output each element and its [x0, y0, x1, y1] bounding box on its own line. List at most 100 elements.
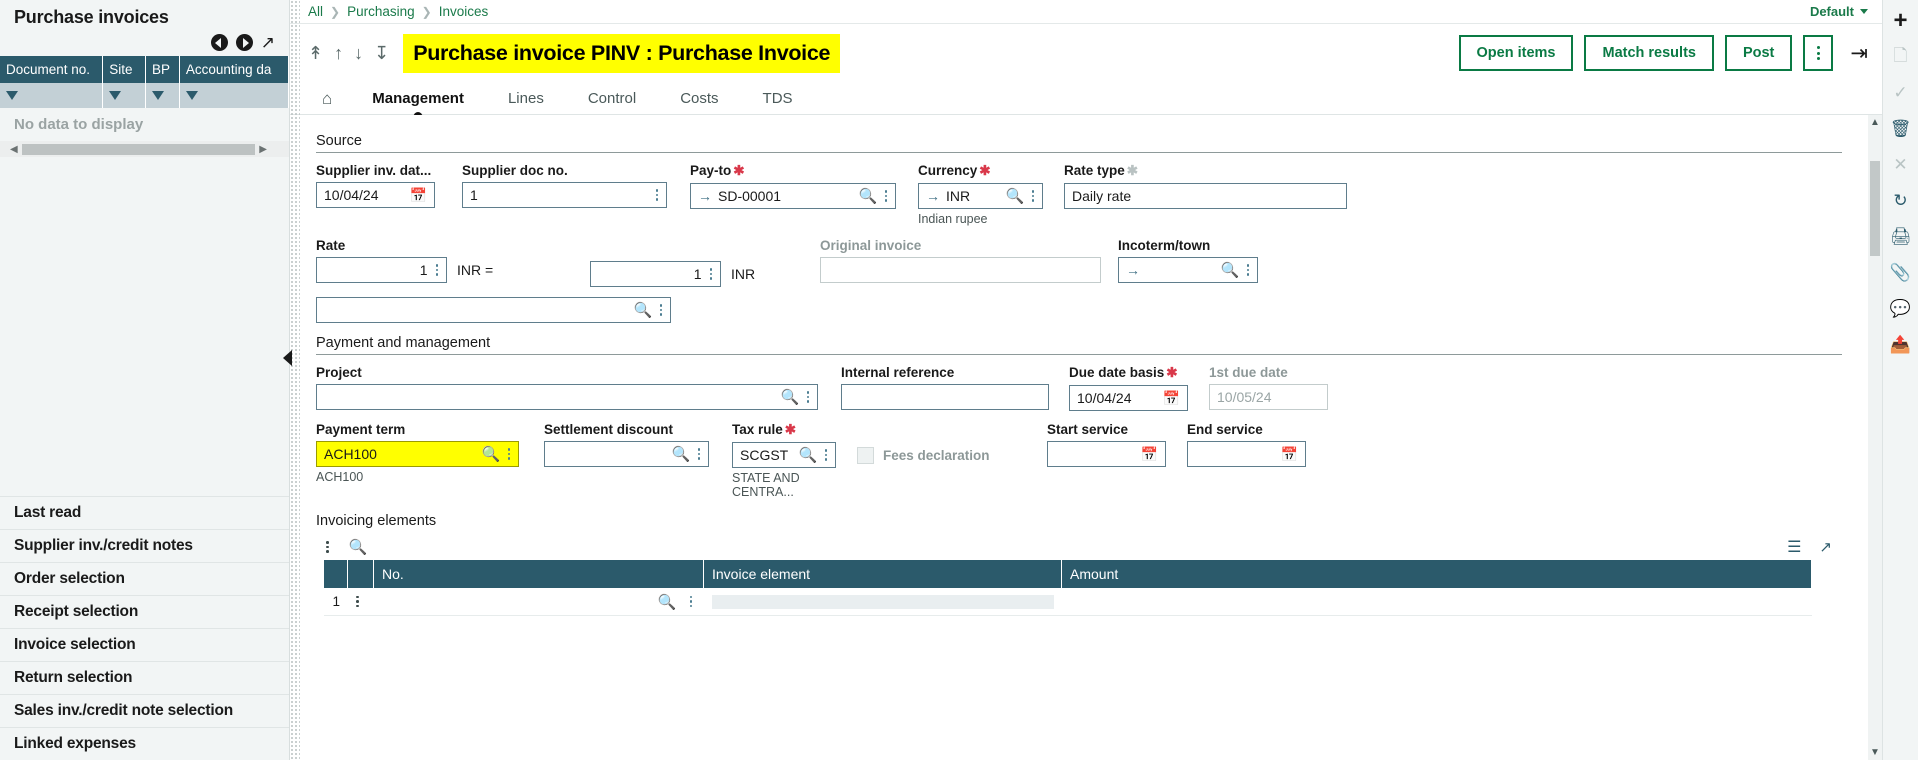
project-input[interactable]: 🔍: [316, 384, 818, 410]
row-cell-no[interactable]: 🔍: [374, 588, 704, 616]
field-menu-icon[interactable]: [881, 190, 892, 202]
drill-down-icon[interactable]: →: [926, 188, 946, 204]
start-service-input[interactable]: 📅: [1047, 441, 1166, 467]
table-row[interactable]: 1 🔍: [324, 588, 1812, 616]
refresh-icon[interactable]: ↻: [1888, 188, 1914, 214]
tab-costs[interactable]: Costs: [658, 82, 740, 115]
breadcrumb-invoices[interactable]: Invoices: [439, 4, 489, 19]
sidebar-item-last-read[interactable]: Last read: [0, 496, 289, 529]
form-vertical-scrollbar[interactable]: ▲ ▼: [1868, 115, 1882, 760]
collapse-panel-icon[interactable]: [283, 350, 292, 366]
match-results-button[interactable]: Match results: [1584, 35, 1714, 71]
filter-icon[interactable]: [6, 91, 18, 100]
circle-right-arrow-icon[interactable]: [235, 34, 253, 51]
row-menu-icon[interactable]: [348, 588, 374, 616]
sidebar-item-supplier-inv-credit-notes[interactable]: Supplier inv./credit notes: [0, 529, 289, 562]
filter-icon[interactable]: [109, 91, 122, 100]
fees-declaration-checkbox[interactable]: [857, 447, 874, 464]
pay-to-input[interactable]: → SD-00001 🔍: [690, 183, 896, 209]
kebab-menu-icon[interactable]: [1803, 35, 1834, 71]
breadcrumb-purchasing[interactable]: Purchasing: [347, 4, 415, 19]
calendar-icon[interactable]: 📅: [407, 187, 430, 204]
filter-cell-document-no[interactable]: [0, 83, 104, 108]
first-due-date-input[interactable]: 10/05/24: [1209, 384, 1328, 410]
scroll-right-icon[interactable]: ▶: [259, 144, 267, 155]
supplier-inv-date-input[interactable]: 10/04/24 📅: [316, 182, 435, 208]
expand-icon[interactable]: ↗: [1819, 538, 1832, 556]
field-menu-icon[interactable]: [1243, 264, 1254, 276]
sidebar-item-linked-expenses[interactable]: Linked expenses: [0, 727, 289, 760]
due-date-basis-input[interactable]: 10/04/24 📅: [1069, 385, 1188, 411]
calendar-icon[interactable]: 📅: [1278, 446, 1301, 463]
search-icon[interactable]: 🔍: [856, 187, 881, 205]
post-button[interactable]: Post: [1724, 35, 1793, 71]
field-menu-icon[interactable]: [432, 264, 443, 276]
original-invoice-input[interactable]: [820, 257, 1101, 283]
end-service-input[interactable]: 📅: [1187, 441, 1306, 467]
left-grid-col-bp[interactable]: BP: [146, 56, 180, 83]
field-menu-icon[interactable]: [694, 448, 705, 460]
tab-management[interactable]: Management: [350, 82, 486, 115]
view-selector[interactable]: Default: [1810, 4, 1868, 19]
add-icon[interactable]: +: [1888, 7, 1914, 34]
search-icon[interactable]: 🔍: [778, 388, 803, 406]
incoterm-town-input[interactable]: → 🔍: [1118, 257, 1258, 283]
filter-cell-bp[interactable]: [146, 83, 180, 108]
grid-col-select[interactable]: [324, 560, 348, 588]
grid-col-amount[interactable]: Amount: [1062, 560, 1812, 588]
field-menu-icon[interactable]: [656, 304, 667, 316]
circle-left-arrow-icon[interactable]: [210, 34, 228, 51]
trash-icon[interactable]: 🗑: [1888, 116, 1914, 142]
table-menu-icon[interactable]: [326, 541, 329, 553]
currency-input[interactable]: → INR 🔍: [918, 183, 1043, 209]
search-icon[interactable]: 🔍: [1218, 261, 1243, 279]
search-icon[interactable]: 🔍: [631, 301, 656, 319]
table-search-icon[interactable]: 🔍: [349, 538, 368, 556]
payment-term-input[interactable]: ACH100 🔍: [316, 441, 519, 467]
left-grid-col-document-no[interactable]: Document no.: [0, 56, 104, 83]
filter-icon[interactable]: [151, 91, 164, 100]
tab-control[interactable]: Control: [566, 82, 658, 115]
breadcrumb-all[interactable]: All: [308, 4, 323, 19]
check-icon[interactable]: ✓: [1888, 80, 1914, 106]
calendar-icon[interactable]: 📅: [1138, 446, 1161, 463]
search-icon[interactable]: 🔍: [655, 593, 680, 611]
grid-col-actions[interactable]: [348, 560, 374, 588]
scroll-down-icon[interactable]: ▼: [1868, 747, 1882, 758]
filter-cell-site[interactable]: [103, 83, 146, 108]
first-record-icon[interactable]: ↟: [308, 44, 323, 62]
sidebar-item-invoice-selection[interactable]: Invoice selection: [0, 628, 289, 661]
field-menu-icon[interactable]: [706, 268, 717, 280]
field-menu-icon[interactable]: [803, 391, 814, 403]
row-cell-amount[interactable]: [1062, 588, 1812, 616]
grid-col-no[interactable]: No.: [374, 560, 704, 588]
tab-home[interactable]: ⌂: [308, 82, 350, 115]
scroll-up-icon[interactable]: ▲: [1868, 117, 1882, 128]
left-grid-col-accounting-date[interactable]: Accounting da: [180, 56, 289, 83]
share-icon[interactable]: 📤: [1888, 332, 1914, 358]
sidebar-item-receipt-selection[interactable]: Receipt selection: [0, 595, 289, 628]
comment-icon[interactable]: 💬: [1888, 296, 1914, 322]
tab-tds[interactable]: TDS: [741, 82, 815, 115]
rate-type-input[interactable]: Daily rate: [1064, 183, 1347, 209]
panel-resize-handle[interactable]: [290, 0, 300, 760]
tax-rule-input[interactable]: SCGST 🔍: [732, 442, 836, 468]
field-menu-icon[interactable]: [1028, 190, 1039, 202]
rate-converted-input[interactable]: 1: [590, 261, 721, 287]
sidebar-item-return-selection[interactable]: Return selection: [0, 661, 289, 694]
calendar-icon[interactable]: 📅: [1160, 390, 1183, 407]
supplier-doc-no-input[interactable]: 1: [462, 182, 667, 208]
drill-down-icon[interactable]: →: [1126, 262, 1146, 278]
layers-icon[interactable]: ☰: [1787, 537, 1801, 557]
cell-menu-icon[interactable]: [686, 595, 697, 608]
field-menu-icon[interactable]: [821, 449, 832, 461]
sidebar-item-order-selection[interactable]: Order selection: [0, 562, 289, 595]
internal-reference-input[interactable]: [841, 384, 1049, 410]
field-menu-icon[interactable]: [652, 189, 663, 201]
expand-diagonal-icon[interactable]: ↗: [261, 34, 275, 51]
row-cell-invoice-element[interactable]: [704, 588, 1062, 616]
print-icon[interactable]: 🖨: [1888, 224, 1914, 250]
attachment-icon[interactable]: 📎: [1888, 260, 1914, 286]
tab-lines[interactable]: Lines: [486, 82, 566, 115]
field-fees-declaration[interactable]: Fees declaration: [857, 422, 1047, 464]
